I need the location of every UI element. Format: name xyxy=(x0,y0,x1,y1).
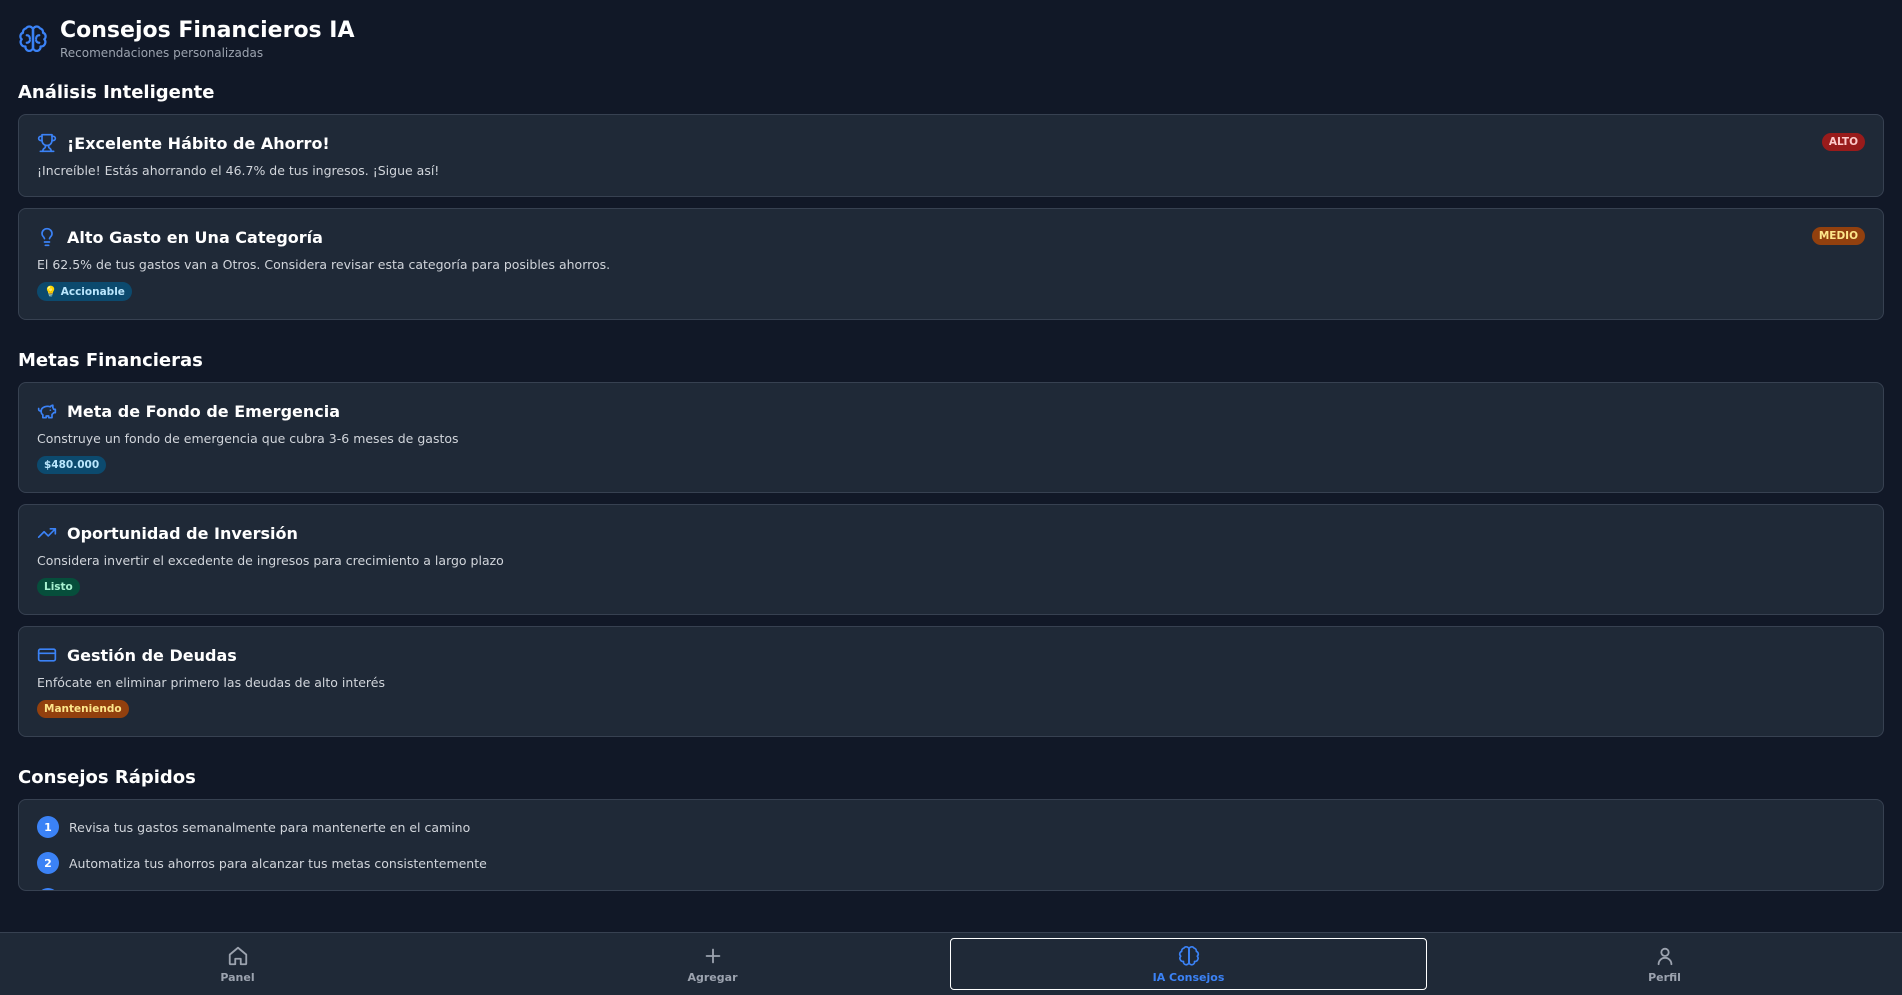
nav-label: IA Consejos xyxy=(1152,970,1225,984)
insight-description: ¡Increíble! Estás ahorrando el 46.7% de … xyxy=(37,163,440,178)
goal-title: Gestión de Deudas xyxy=(67,645,237,665)
goal-description: Construye un fondo de emergencia que cub… xyxy=(37,431,459,446)
priority-badge: MEDIO xyxy=(1811,227,1865,245)
page-header: Consejos Financieros IA Recomendaciones … xyxy=(18,0,1884,62)
insight-description: El 62.5% de tus gastos van a Otros. Cons… xyxy=(37,257,611,272)
goal-card-investment: Oportunidad de Inversión Considera inver… xyxy=(18,504,1884,615)
tip-item: 3 xyxy=(37,888,1865,890)
nav-item-ai-tips[interactable]: IA Consejos xyxy=(950,938,1427,990)
goal-status-tag: Listo xyxy=(37,578,80,596)
bottom-nav: Panel Agregar IA Consejos Perfil xyxy=(0,932,1902,995)
goal-amount-tag: $480.000 xyxy=(37,456,107,474)
insight-card-savings: ¡Excelente Hábito de Ahorro! ALTO ¡Incre… xyxy=(18,114,1884,197)
tip-text: Automatiza tus ahorros para alcanzar tus… xyxy=(69,855,487,871)
insight-title: ¡Excelente Hábito de Ahorro! xyxy=(67,133,330,153)
priority-badge: ALTO xyxy=(1821,133,1865,151)
piggy-bank-icon xyxy=(37,401,57,421)
brain-icon xyxy=(18,24,48,54)
goal-title: Oportunidad de Inversión xyxy=(67,523,298,543)
nav-item-profile[interactable]: Perfil xyxy=(1427,933,1902,995)
quick-tips-card: 1 Revisa tus gastos semanalmente para ma… xyxy=(18,799,1884,891)
insight-title: Alto Gasto en Una Categoría xyxy=(67,227,323,247)
nav-label: Panel xyxy=(220,970,255,984)
goal-card-debt: Gestión de Deudas Enfócate en eliminar p… xyxy=(18,626,1884,737)
nav-item-add[interactable]: Agregar xyxy=(475,933,950,995)
page-title: Consejos Financieros IA xyxy=(60,18,355,43)
tip-item: 1 Revisa tus gastos semanalmente para ma… xyxy=(37,816,1865,838)
app-screen: Consejos Financieros IA Recomendaciones … xyxy=(0,0,1902,995)
goal-status-tag: Manteniendo xyxy=(37,700,129,718)
main-content[interactable]: Consejos Financieros IA Recomendaciones … xyxy=(0,0,1902,932)
insight-card-category: Alto Gasto en Una Categoría MEDIO El 62.… xyxy=(18,208,1884,320)
analysis-section-title: Análisis Inteligente xyxy=(18,82,215,103)
home-icon xyxy=(228,946,247,965)
lightbulb-icon xyxy=(37,227,57,247)
tip-text: Revisa tus gastos semanalmente para mant… xyxy=(69,819,471,835)
tip-number: 1 xyxy=(37,816,59,838)
trophy-icon xyxy=(37,133,57,153)
goal-card-emergency: Meta de Fondo de Emergencia Construye un… xyxy=(18,382,1884,493)
goal-description: Enfócate en eliminar primero las deudas … xyxy=(37,675,385,690)
tip-number: 3 xyxy=(37,888,59,890)
tips-section-title: Consejos Rápidos xyxy=(18,767,196,788)
trending-up-icon xyxy=(37,523,57,543)
credit-card-icon xyxy=(37,645,57,665)
user-icon xyxy=(1657,947,1672,965)
nav-label: Agregar xyxy=(687,970,738,984)
actionable-tag: 💡 Accionable xyxy=(37,282,132,301)
goal-description: Considera invertir el excedente de ingre… xyxy=(37,553,504,568)
page-subtitle: Recomendaciones personalizadas xyxy=(60,46,264,60)
tip-item: 2 Automatiza tus ahorros para alcanzar t… xyxy=(37,852,1865,874)
nav-item-panel[interactable]: Panel xyxy=(0,933,475,995)
nav-label: Perfil xyxy=(1648,970,1681,984)
goal-title: Meta de Fondo de Emergencia xyxy=(67,401,341,421)
tip-number: 2 xyxy=(37,852,59,874)
goals-section-title: Metas Financieras xyxy=(18,350,203,371)
brain-icon xyxy=(1178,945,1199,966)
plus-icon xyxy=(705,948,720,963)
